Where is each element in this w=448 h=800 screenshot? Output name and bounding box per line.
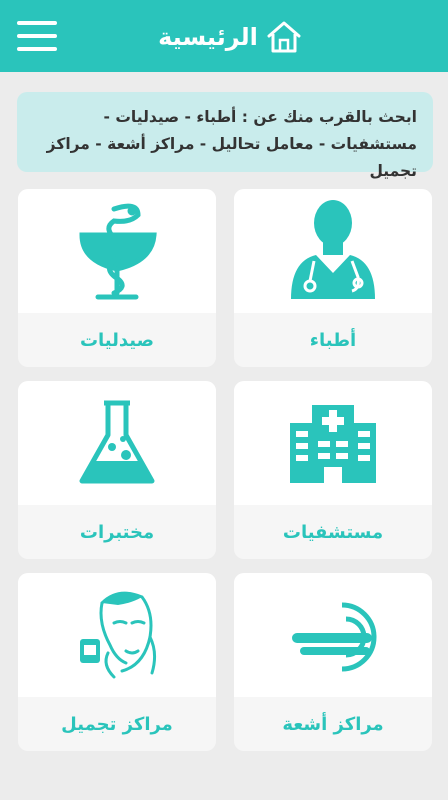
category-label: مراكز أشعة: [282, 713, 384, 735]
hamburger-menu-icon: [17, 21, 57, 25]
category-label: صيدليات: [79, 329, 155, 351]
category-card-labs[interactable]: مختبرات: [18, 381, 216, 559]
category-label: أطباء: [309, 329, 357, 351]
doctor-icon: [291, 200, 375, 299]
category-card-beauty[interactable]: مراكز تجميل: [18, 573, 216, 751]
header-title-group: الرئيسية: [150, 14, 310, 60]
mri-scanner-icon: [292, 602, 377, 672]
category-label: مراكز تجميل: [61, 713, 173, 735]
card-icon-area: [18, 573, 216, 697]
hospital-icon: [290, 405, 376, 483]
card-icon-area: [18, 381, 216, 505]
card-icon-area: [234, 189, 432, 313]
card-icon-area: [234, 381, 432, 505]
page-title: الرئيسية: [158, 23, 258, 51]
category-label: مختبرات: [79, 521, 155, 543]
category-label: مستشفيات: [282, 521, 384, 543]
category-card-radiology[interactable]: مراكز أشعة: [234, 573, 432, 751]
beauty-face-icon: [80, 591, 157, 679]
home-icon: [267, 21, 301, 53]
pharmacy-icon: [79, 203, 157, 300]
lab-flask-icon: [79, 400, 155, 484]
search-info-banner: ابحث بالقرب منك عن : أطباء - صيدليات - م…: [17, 92, 433, 180]
card-icon-area: [234, 573, 432, 697]
card-icon-area: [18, 189, 216, 313]
category-card-doctors[interactable]: أطباء: [234, 189, 432, 367]
hamburger-line: [17, 34, 57, 38]
hamburger-line: [17, 47, 57, 51]
category-card-pharmacies[interactable]: صيدليات: [18, 189, 216, 367]
menu-button[interactable]: [17, 21, 57, 51]
app-header: الرئيسية: [0, 0, 448, 72]
category-card-hospitals[interactable]: مستشفيات: [234, 381, 432, 559]
